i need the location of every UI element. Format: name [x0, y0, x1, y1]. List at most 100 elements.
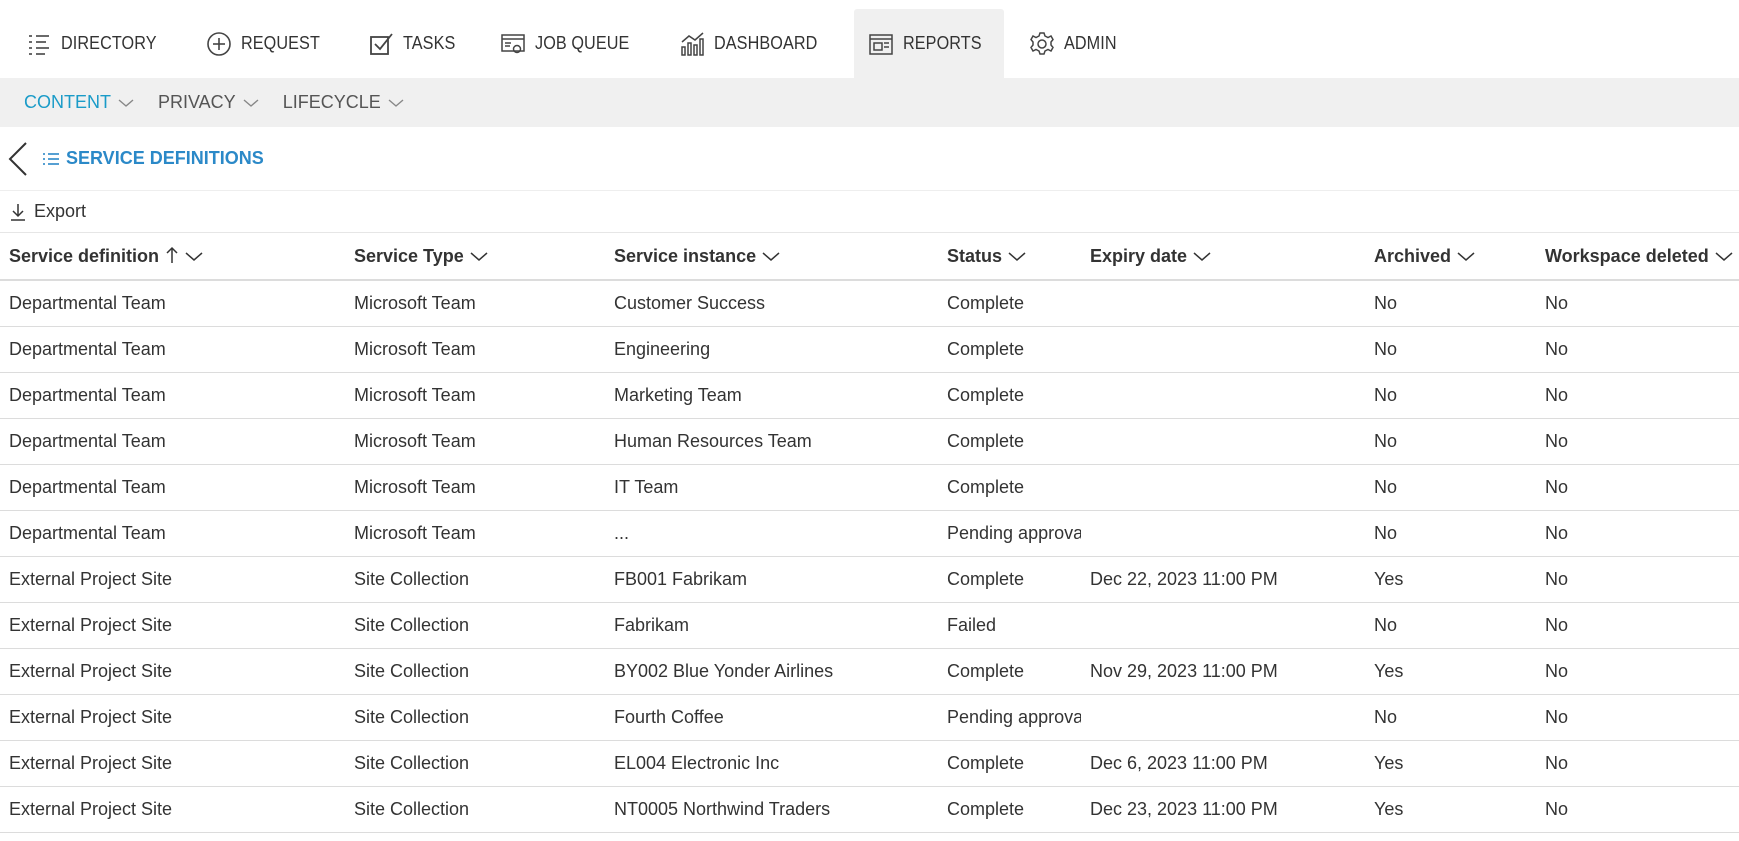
cell-service-type: Microsoft Team: [354, 476, 476, 497]
table-row[interactable]: External Project Site Site Collection BY00…: [0, 648, 1739, 694]
column-header-status[interactable]: Status: [938, 233, 1081, 280]
cell-service-type: Microsoft Team: [354, 522, 476, 543]
column-header-label: Service instance: [614, 245, 757, 266]
column-header-service-instance[interactable]: Service instance: [605, 233, 938, 280]
chevron-down-icon: [1008, 252, 1026, 262]
subnav-label: CONTENT: [24, 92, 111, 112]
subnav-label: LIFECYCLE: [282, 92, 381, 112]
table-row[interactable]: External Project Site Site Collection NT00…: [0, 786, 1739, 832]
cell-status: Pending approval: [947, 706, 1081, 727]
cell-expiry-date: Nov 29, 2023 11:00 PM: [1090, 660, 1278, 681]
cell-service-instance: NT0005 Northwind Traders: [614, 798, 831, 819]
table-row[interactable]: Departmental Team Microsoft Team... Pendin…: [0, 510, 1739, 556]
nav-request[interactable]: REQUEST: [192, 9, 343, 78]
column-header-label: Archived: [1374, 245, 1452, 266]
sub-nav: CONTENT PRIVACY LIFECYCLE: [0, 78, 1739, 127]
nav-job-queue[interactable]: JOB QUEUE: [486, 9, 654, 78]
sort-ascending-icon: [166, 246, 178, 263]
nav-reports[interactable]: REPORTS: [854, 9, 1005, 78]
column-header-expiry-date[interactable]: Expiry date: [1081, 233, 1365, 280]
cell-service-type: Microsoft Team: [354, 292, 476, 313]
cell-service-instance: Human Resources Team: [614, 430, 812, 451]
column-header-label: Service Type: [354, 245, 464, 266]
export-button[interactable]: Export: [10, 201, 86, 222]
cell-expiry-date: Dec 22, 2023 11:00 PM: [1090, 568, 1278, 589]
cell-expiry-date: [1081, 326, 1365, 372]
subnav-lifecycle[interactable]: LIFECYCLE: [283, 92, 404, 113]
nav-dashboard[interactable]: DASHBOARD: [665, 9, 843, 78]
table-row[interactable]: Departmental Team Microsoft Team Engineeri…: [0, 326, 1739, 372]
nav-label: DIRECTORY: [61, 33, 157, 53]
table-row[interactable]: Departmental Team Microsoft Team Customer …: [0, 280, 1739, 326]
toolbar: Export: [0, 191, 1739, 233]
column-header-service-definition[interactable]: Service definition: [0, 233, 345, 280]
cell-status: Complete: [947, 752, 1025, 773]
cell-archived: No: [1374, 292, 1398, 313]
nav-directory[interactable]: DIRECTORY: [12, 9, 181, 78]
job-queue-icon: [501, 33, 525, 53]
column-header-workspace-deleted[interactable]: Workspace deleted: [1536, 233, 1739, 280]
cell-expiry-date: [1081, 418, 1365, 464]
cell-service-definition: External Project Site: [9, 706, 173, 727]
cell-workspace-deleted: No: [1545, 798, 1569, 819]
cell-workspace-deleted: No: [1545, 568, 1569, 589]
back-arrow-icon[interactable]: [6, 139, 32, 179]
top-nav: DIRECTORY REQUEST TASKS JOB QUEUE DASHBO…: [0, 0, 1739, 78]
table-row[interactable]: Departmental Team Microsoft Team Marketing…: [0, 372, 1739, 418]
cell-expiry-date: Dec 23, 2023 11:00 PM: [1090, 798, 1278, 819]
chevron-down-icon: [762, 252, 780, 262]
column-header-label: Expiry date: [1090, 245, 1188, 266]
table-row[interactable]: External Project Site Site Collection EL00…: [0, 740, 1739, 786]
cell-expiry-date: [1081, 280, 1365, 326]
cell-service-definition: Departmental Team: [9, 522, 166, 543]
cell-workspace-deleted: No: [1545, 338, 1569, 359]
cell-status: Complete: [947, 660, 1025, 681]
cell-workspace-deleted: No: [1545, 614, 1569, 635]
cell-service-definition: External Project Site: [9, 568, 173, 589]
cell-service-type: Site Collection: [354, 614, 470, 635]
cell-service-type: Site Collection: [354, 752, 470, 773]
cell-service-definition: Departmental Team: [9, 292, 166, 313]
cell-workspace-deleted: No: [1545, 384, 1569, 405]
page-title[interactable]: SERVICE DEFINITIONS: [66, 148, 264, 169]
cell-expiry-date: [1081, 510, 1365, 556]
chevron-down-icon: [1457, 252, 1475, 262]
table-row[interactable]: External Project Site Site Collection Fabr…: [0, 602, 1739, 648]
column-header-label: Workspace deleted: [1545, 245, 1709, 266]
table-header-row: Service definition Service Type Service in…: [0, 233, 1739, 280]
table-row[interactable]: Departmental Team Microsoft Team Human Res…: [0, 418, 1739, 464]
cell-expiry-date: Dec 6, 2023 11:00 PM: [1090, 752, 1268, 773]
chevron-down-icon: [118, 98, 134, 107]
cell-service-instance: BY002 Blue Yonder Airlines: [614, 660, 834, 681]
cell-service-type: Microsoft Team: [354, 338, 476, 359]
cell-service-definition: Departmental Team: [9, 476, 166, 497]
table-row[interactable]: Departmental Team Microsoft Team IT Team Co…: [0, 464, 1739, 510]
cell-archived: Yes: [1374, 752, 1404, 773]
nav-admin[interactable]: ADMIN: [1015, 9, 1137, 78]
column-header-label: Service definition: [9, 245, 160, 266]
column-header-archived[interactable]: Archived: [1365, 233, 1536, 280]
nav-label: DASHBOARD: [714, 33, 818, 53]
export-label: Export: [34, 201, 87, 221]
subnav-content[interactable]: CONTENT: [24, 92, 134, 113]
nav-tasks[interactable]: TASKS: [354, 9, 475, 78]
download-icon: [11, 203, 25, 221]
subnav-privacy[interactable]: PRIVACY: [158, 92, 259, 113]
cell-archived: Yes: [1374, 568, 1404, 589]
cell-expiry-date: [1081, 372, 1365, 418]
cell-workspace-deleted: No: [1545, 660, 1569, 681]
cell-service-instance: Marketing Team: [614, 384, 742, 405]
cell-workspace-deleted: No: [1545, 476, 1569, 497]
cell-service-definition: External Project Site: [9, 614, 173, 635]
column-header-service-type[interactable]: Service Type: [345, 233, 605, 280]
table-row[interactable]: External Project Site Site Collection FB00…: [0, 556, 1739, 602]
plus-circle-icon: [207, 31, 232, 56]
table-row[interactable]: External Project Site Site Collection Four…: [0, 694, 1739, 740]
column-header-label: Status: [947, 245, 1003, 266]
subnav-label: PRIVACY: [158, 92, 236, 112]
cell-archived: Yes: [1374, 798, 1404, 819]
cell-status: Complete: [947, 384, 1025, 405]
cell-archived: Yes: [1374, 660, 1404, 681]
cell-service-instance: FB001 Fabrikam: [614, 568, 748, 589]
chevron-down-icon: [470, 252, 488, 262]
